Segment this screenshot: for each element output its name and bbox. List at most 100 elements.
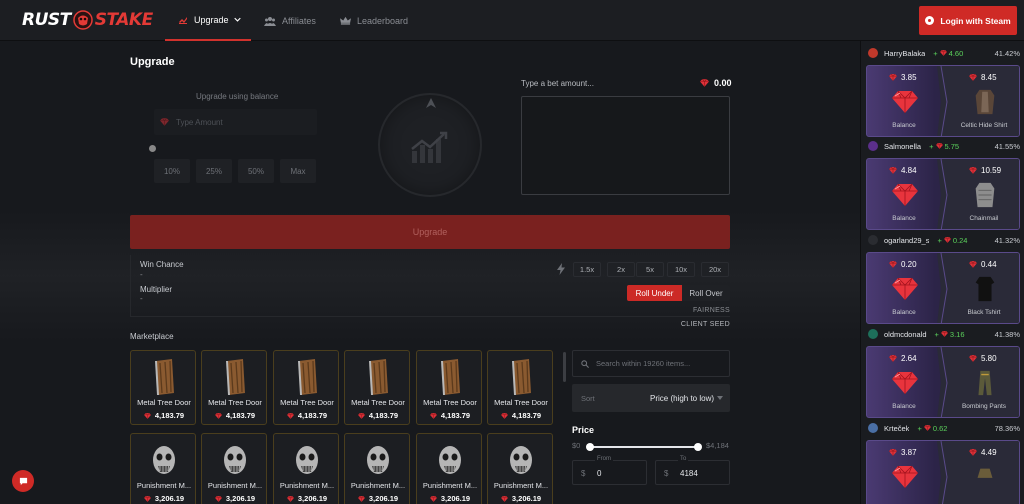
marketplace-item-card[interactable]: Punishment M... 3,206.19 <box>416 433 482 504</box>
percent-max-button[interactable]: Max <box>280 159 316 183</box>
skin-item-image <box>975 89 995 115</box>
feed-profit-value: 5.75 <box>944 141 960 151</box>
feed-upgrade-card: 2.64 5.80 Balance Bombing Pants <box>866 346 1020 418</box>
amount-input[interactable] <box>176 117 306 127</box>
gem-icon <box>889 167 897 174</box>
feed-win-value: 0.44 <box>969 260 997 269</box>
logo-text-left: RUST <box>22 10 71 30</box>
steam-icon <box>925 16 935 25</box>
win-chance-value: - <box>140 270 143 279</box>
marketplace-item-card[interactable]: Punishment M... 3,206.19 <box>344 433 410 504</box>
marketplace-scrollbar[interactable] <box>563 352 566 382</box>
marketplace-item-card[interactable]: Metal Tree Door 4,183.79 <box>201 350 267 425</box>
bet-value: 0.00 <box>700 78 732 88</box>
roll-under-button[interactable]: Roll Under <box>627 285 682 301</box>
multiplier-5x-button[interactable]: 5x <box>636 262 664 277</box>
feed-entry[interactable]: Salmonella +5.75 41.55% 4.84 10.59 Balance Cha… <box>866 137 1020 230</box>
marketplace-item-card[interactable]: Metal Tree Door 4,183.79 <box>416 350 482 425</box>
item-name: Punishment M... <box>207 481 263 490</box>
price-max-handle[interactable] <box>694 443 702 451</box>
item-search-field[interactable] <box>572 350 730 377</box>
item-price: 3,206.19 <box>488 494 554 503</box>
top-header: RUST STAKE Upgrade Affiliates Leaderboar… <box>0 0 1024 41</box>
percent-25-button[interactable]: 25% <box>196 159 232 183</box>
marketplace-item-card[interactable]: Metal Tree Door 4,183.79 <box>344 350 410 425</box>
marketplace-item-card[interactable]: Punishment M... 3,206.19 <box>273 433 339 504</box>
feed-win-amount: 5.80 <box>981 354 997 363</box>
gem-icon <box>889 449 897 456</box>
multiplier-20x-button[interactable]: 20x <box>701 262 729 277</box>
gem-icon <box>936 143 943 149</box>
item-search-input[interactable] <box>596 359 726 368</box>
price-from-field[interactable]: From $ 0 <box>572 456 647 485</box>
multiplier-2x-button[interactable]: 2x <box>607 262 635 277</box>
feed-win-amount: 8.45 <box>981 73 997 82</box>
feed-bet-value: 4.84 <box>889 166 917 175</box>
metal-tree-door-image <box>512 359 531 395</box>
price-to-field[interactable]: To $ 4184 <box>655 456 730 485</box>
feed-win-value: 5.80 <box>969 354 997 363</box>
marketplace-item-card[interactable]: Metal Tree Door 4,183.79 <box>130 350 196 425</box>
site-logo[interactable]: RUST STAKE <box>22 9 153 31</box>
gem-icon <box>430 413 437 419</box>
marketplace-item-card[interactable]: Punishment M... 3,206.19 <box>487 433 553 504</box>
main-content: Upgrade Upgrade using balance 10% 25% 50… <box>0 41 860 504</box>
item-price-value: 3,206.19 <box>154 494 185 503</box>
win-chance-label: Win Chance <box>140 260 184 269</box>
upgrade-icon <box>179 16 187 24</box>
price-max-label: $4,184 <box>706 441 729 450</box>
item-price: 3,206.19 <box>345 494 411 503</box>
percent-10-button[interactable]: 10% <box>154 159 190 183</box>
feed-bet-label: Balance <box>892 403 916 410</box>
feed-entry[interactable]: oldmcdonald +3.16 41.38% 2.64 5.80 Balance Bom… <box>866 325 1020 418</box>
amount-field[interactable] <box>154 109 317 135</box>
gem-icon <box>889 74 897 81</box>
feed-win-chance: 78.36% <box>994 424 1020 433</box>
gem-icon <box>144 496 151 502</box>
chat-button[interactable] <box>12 470 34 492</box>
gem-icon <box>969 355 977 362</box>
gem-icon <box>892 371 918 395</box>
sort-label: Sort <box>581 394 595 403</box>
nav-upgrade[interactable]: Upgrade <box>165 0 251 41</box>
upgrade-button[interactable]: Upgrade <box>130 215 730 249</box>
feed-username: Krteček <box>884 423 910 433</box>
gem-icon <box>430 496 437 502</box>
item-name: Punishment M... <box>422 481 478 490</box>
roll-over-button[interactable]: Roll Over <box>682 285 730 301</box>
client-seed-link[interactable]: CLIENT SEED <box>681 321 730 328</box>
login-with-steam-button[interactable]: Login with Steam <box>919 6 1017 35</box>
feed-win-amount: 0.44 <box>981 260 997 269</box>
feed-entry[interactable]: ogarland29_s +0.24 41.32% 0.20 0.44 Balance Bl… <box>866 231 1020 324</box>
marketplace-item-card[interactable]: Punishment M... 3,206.19 <box>201 433 267 504</box>
bet-value-text: 0.00 <box>714 78 732 88</box>
sort-select[interactable]: Sort Price (high to low) <box>572 384 730 412</box>
marketplace-item-card[interactable]: Metal Tree Door 4,183.79 <box>273 350 339 425</box>
price-range-track[interactable] <box>590 446 698 448</box>
bet-amount-label: Type a bet amount... <box>521 79 594 88</box>
feed-entry[interactable]: Krteček +0.62 78.36% 3.87 4.49 <box>866 419 1020 504</box>
fairness-link[interactable]: FAIRNESS <box>693 307 730 314</box>
gem-icon <box>287 413 294 419</box>
feed-bet-label: Balance <box>892 215 916 222</box>
percent-50-button[interactable]: 50% <box>238 159 274 183</box>
target-item-box[interactable] <box>521 96 730 195</box>
multiplier-1-5x-button[interactable]: 1.5x <box>573 262 601 277</box>
nav-leaderboard[interactable]: Leaderboard <box>340 0 408 41</box>
item-price: 3,206.19 <box>417 494 483 503</box>
multiplier-10x-button[interactable]: 10x <box>667 262 695 277</box>
avatar <box>868 141 878 151</box>
gem-icon <box>892 465 918 489</box>
price-min-handle[interactable] <box>586 443 594 451</box>
feed-win-chance: 41.55% <box>994 142 1020 151</box>
item-name: Metal Tree Door <box>208 398 262 407</box>
feed-entry[interactable]: HarryBalaka +4.60 41.42% 3.85 8.45 Balance Cel… <box>866 44 1020 137</box>
nav-affiliates[interactable]: Affiliates <box>264 0 316 41</box>
marketplace-item-card[interactable]: Metal Tree Door 4,183.79 <box>487 350 553 425</box>
gem-icon <box>889 261 897 268</box>
item-price-value: 4,183.79 <box>297 411 328 420</box>
from-label: From <box>595 456 613 462</box>
marketplace-item-card[interactable]: Punishment M... 3,206.19 <box>130 433 196 504</box>
item-price-value: 3,206.19 <box>225 494 256 503</box>
balance-slider-handle[interactable] <box>149 145 156 152</box>
